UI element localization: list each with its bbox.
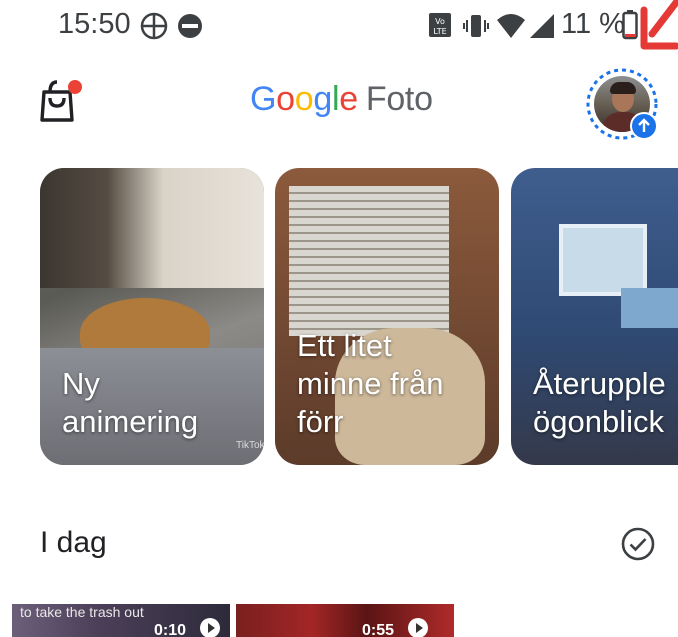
select-all-check-icon[interactable] [620,526,656,562]
vibrate-icon [463,15,489,37]
memory-card[interactable]: Återupple ögonblick [511,168,678,465]
annotation-arrow-icon [640,0,678,50]
signal-icon [530,14,554,38]
dnd-icon [178,14,202,38]
memory-card-label: Återupple ögonblick [533,366,666,439]
volte-icon: Vo LTE [429,13,451,37]
backup-upload-badge [630,112,658,140]
google-letter: G [250,80,277,118]
video-caption: to take the trash out [20,604,144,620]
google-letter: e [339,80,358,118]
google-letter: o [276,80,295,118]
google-wordmark: Google [250,80,358,118]
tiktok-watermark: TikTok [236,440,264,451]
video-thumbnail[interactable]: to take the trash out 0:10 [12,604,230,637]
print-store-button[interactable] [36,78,84,126]
memory-card-label: Ny animering [62,366,199,439]
memories-carousel[interactable]: Ny animering TikTok Ett litet minne från… [0,168,678,468]
memory-card-label: Ett litet minne från förr [297,328,444,439]
google-letter: g [313,80,332,118]
svg-text:Vo: Vo [435,17,445,26]
account-avatar-button[interactable] [584,66,660,142]
svg-text:LTE: LTE [433,27,446,36]
upload-arrow-icon [638,118,650,132]
google-letter: o [294,80,314,118]
battery-low-icon [622,10,638,40]
status-bar: 15:50 Vo LTE 11 % [0,0,678,52]
pinwheel-icon [140,12,168,40]
memory-card[interactable]: Ett litet minne från förr [275,168,499,465]
video-thumbnail[interactable]: 0:55 [236,604,454,637]
play-icon [408,618,428,637]
section-title: I dag [40,526,107,559]
memory-card[interactable]: Ny animering TikTok [40,168,264,465]
app-title-suffix: Foto [365,80,433,118]
notification-badge [68,80,82,94]
wifi-icon [497,14,525,38]
play-icon [200,618,220,637]
video-duration: 0:10 [154,622,187,637]
app-title: Google Foto [250,80,433,119]
status-time: 15:50 [58,8,131,40]
video-duration: 0:55 [362,622,395,637]
battery-percent: 11 % [561,8,625,40]
